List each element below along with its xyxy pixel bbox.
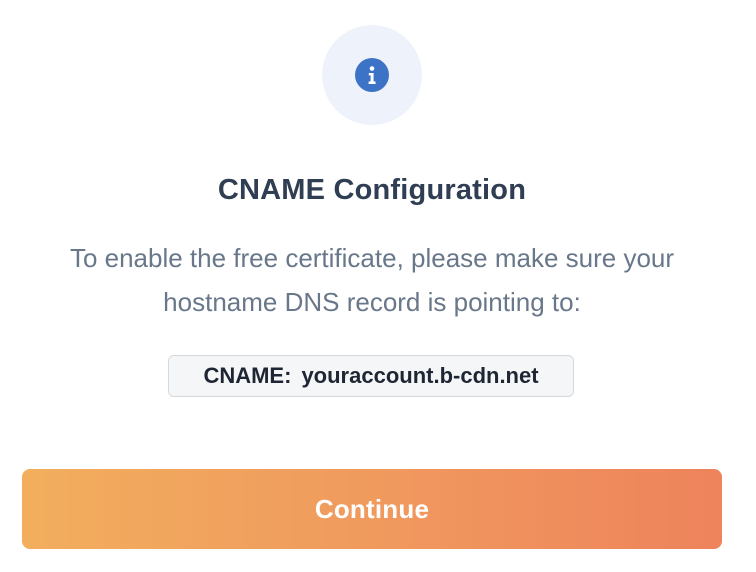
cname-config-dialog: CNAME Configuration To enable the free c… [0, 0, 756, 572]
message-line-2: hostname DNS record is pointing to: [163, 287, 581, 317]
message-line-1: To enable the free certificate, please m… [69, 243, 675, 273]
cname-record-box[interactable]: CNAME: youraccount.b-cdn.net [168, 355, 574, 397]
cname-record-value[interactable]: youraccount.b-cdn.net [301, 363, 538, 389]
dialog-title: CNAME Configuration [217, 174, 527, 206]
continue-button[interactable]: Continue [22, 469, 722, 549]
info-icon [355, 58, 389, 92]
cname-record-label: CNAME: [203, 363, 292, 388]
info-icon-badge [322, 25, 422, 125]
dialog-message: To enable the free certificate, please m… [0, 236, 744, 324]
